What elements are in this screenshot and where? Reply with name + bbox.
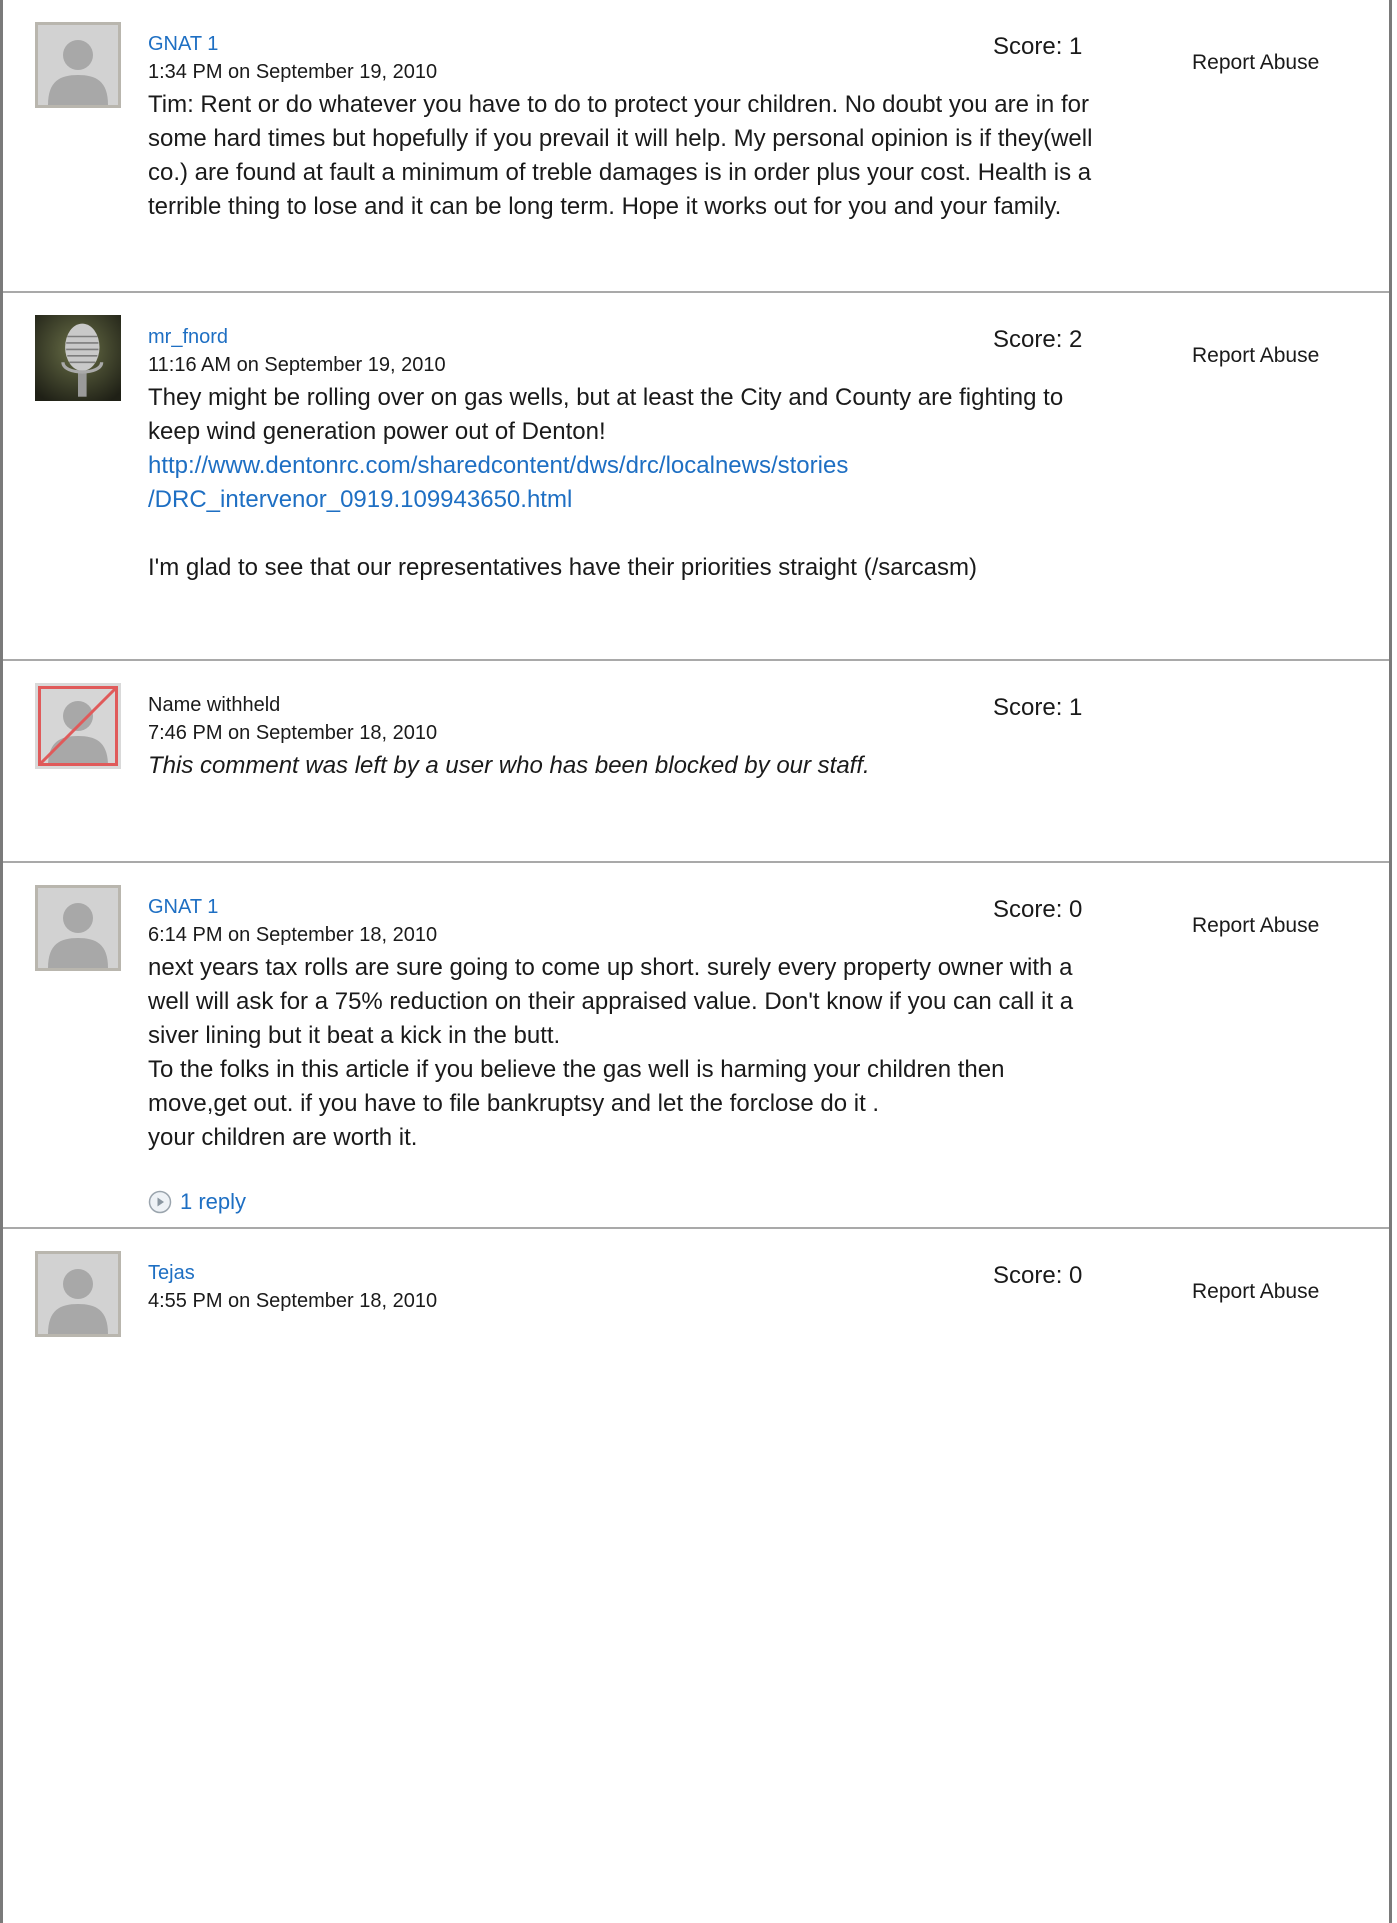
comment-date: 7:46 PM on September 18, 2010 bbox=[148, 722, 438, 744]
comment-body: Name withheld 7:46 PM on September 18, 2… bbox=[148, 691, 1098, 783]
default-user-silhouette-icon bbox=[38, 888, 118, 968]
comment-score: Score: 0 bbox=[993, 896, 1083, 923]
avatar[interactable] bbox=[35, 315, 121, 401]
comment-score: Score: 1 bbox=[993, 694, 1083, 721]
comment-body: GNAT 1 1:34 PM on September 19, 2010 Tim… bbox=[148, 30, 1098, 224]
avatar[interactable] bbox=[35, 1251, 121, 1337]
comment-item: mr_fnord 11:16 AM on September 19, 2010 … bbox=[3, 293, 1389, 661]
comment-body: Tejas 4:55 PM on September 18, 2010 bbox=[148, 1259, 1098, 1315]
play-circle-icon bbox=[148, 1190, 172, 1214]
blocked-user-icon bbox=[38, 686, 118, 766]
comment-date: 4:55 PM on September 18, 2010 bbox=[148, 1290, 438, 1312]
default-user-silhouette-icon bbox=[38, 25, 118, 105]
avatar[interactable] bbox=[35, 22, 121, 108]
comment-body: mr_fnord 11:16 AM on September 19, 2010 … bbox=[148, 323, 1098, 585]
comment-url-line-1: http://www.dentonrc.com/sharedcontent/dw… bbox=[148, 452, 849, 479]
comment-date: 6:14 PM on September 18, 2010 bbox=[148, 924, 438, 946]
replies-toggle[interactable]: 1 reply bbox=[148, 1187, 1098, 1217]
comment-date: 1:34 PM on September 19, 2010 bbox=[148, 61, 438, 83]
comment-url-link[interactable]: http://www.dentonrc.com/sharedcontent/dw… bbox=[148, 449, 1098, 517]
report-abuse-button[interactable]: Report Abuse bbox=[1192, 341, 1319, 371]
default-user-silhouette-icon bbox=[38, 1254, 118, 1334]
comment-body: GNAT 1 6:14 PM on September 18, 2010 nex… bbox=[148, 893, 1098, 1217]
replies-count: 1 reply bbox=[180, 1189, 247, 1214]
comment-date: 11:16 AM on September 19, 2010 bbox=[148, 354, 446, 376]
comment-item: GNAT 1 6:14 PM on September 18, 2010 nex… bbox=[3, 863, 1389, 1229]
comment-item: GNAT 1 1:34 PM on September 19, 2010 Tim… bbox=[3, 0, 1389, 293]
comment-text: They might be rolling over on gas wells,… bbox=[148, 384, 1064, 445]
comment-author: Name withheld bbox=[148, 694, 281, 716]
comment-author-link[interactable]: Tejas bbox=[148, 1259, 1098, 1287]
comment-author-link[interactable]: mr_fnord bbox=[148, 323, 1098, 351]
report-abuse-button[interactable]: Report Abuse bbox=[1192, 1277, 1319, 1307]
comment-item: Name withheld 7:46 PM on September 18, 2… bbox=[3, 661, 1389, 863]
comment-item: Tejas 4:55 PM on September 18, 2010 Scor… bbox=[3, 1229, 1389, 1923]
comment-url-line-2: /DRC_intervenor_0919.109943650.html bbox=[148, 486, 573, 513]
avatar bbox=[35, 683, 121, 769]
report-abuse-button[interactable]: Report Abuse bbox=[1192, 48, 1319, 78]
comment-text: This comment was left by a user who has … bbox=[148, 752, 870, 779]
report-abuse-button[interactable]: Report Abuse bbox=[1192, 911, 1319, 941]
comment-score: Score: 1 bbox=[993, 33, 1083, 60]
microphone-avatar bbox=[35, 315, 121, 401]
comment-author-link[interactable]: GNAT 1 bbox=[148, 893, 1098, 921]
avatar[interactable] bbox=[35, 885, 121, 971]
comment-author-link[interactable]: GNAT 1 bbox=[148, 30, 1098, 58]
comment-score: Score: 0 bbox=[993, 1262, 1083, 1289]
comment-text: next years tax rolls are sure going to c… bbox=[148, 954, 1074, 1151]
comment-text: Tim: Rent or do whatever you have to do … bbox=[148, 91, 1093, 220]
comment-text-after: I'm glad to see that our representatives… bbox=[148, 554, 977, 581]
comment-score: Score: 2 bbox=[993, 326, 1083, 353]
